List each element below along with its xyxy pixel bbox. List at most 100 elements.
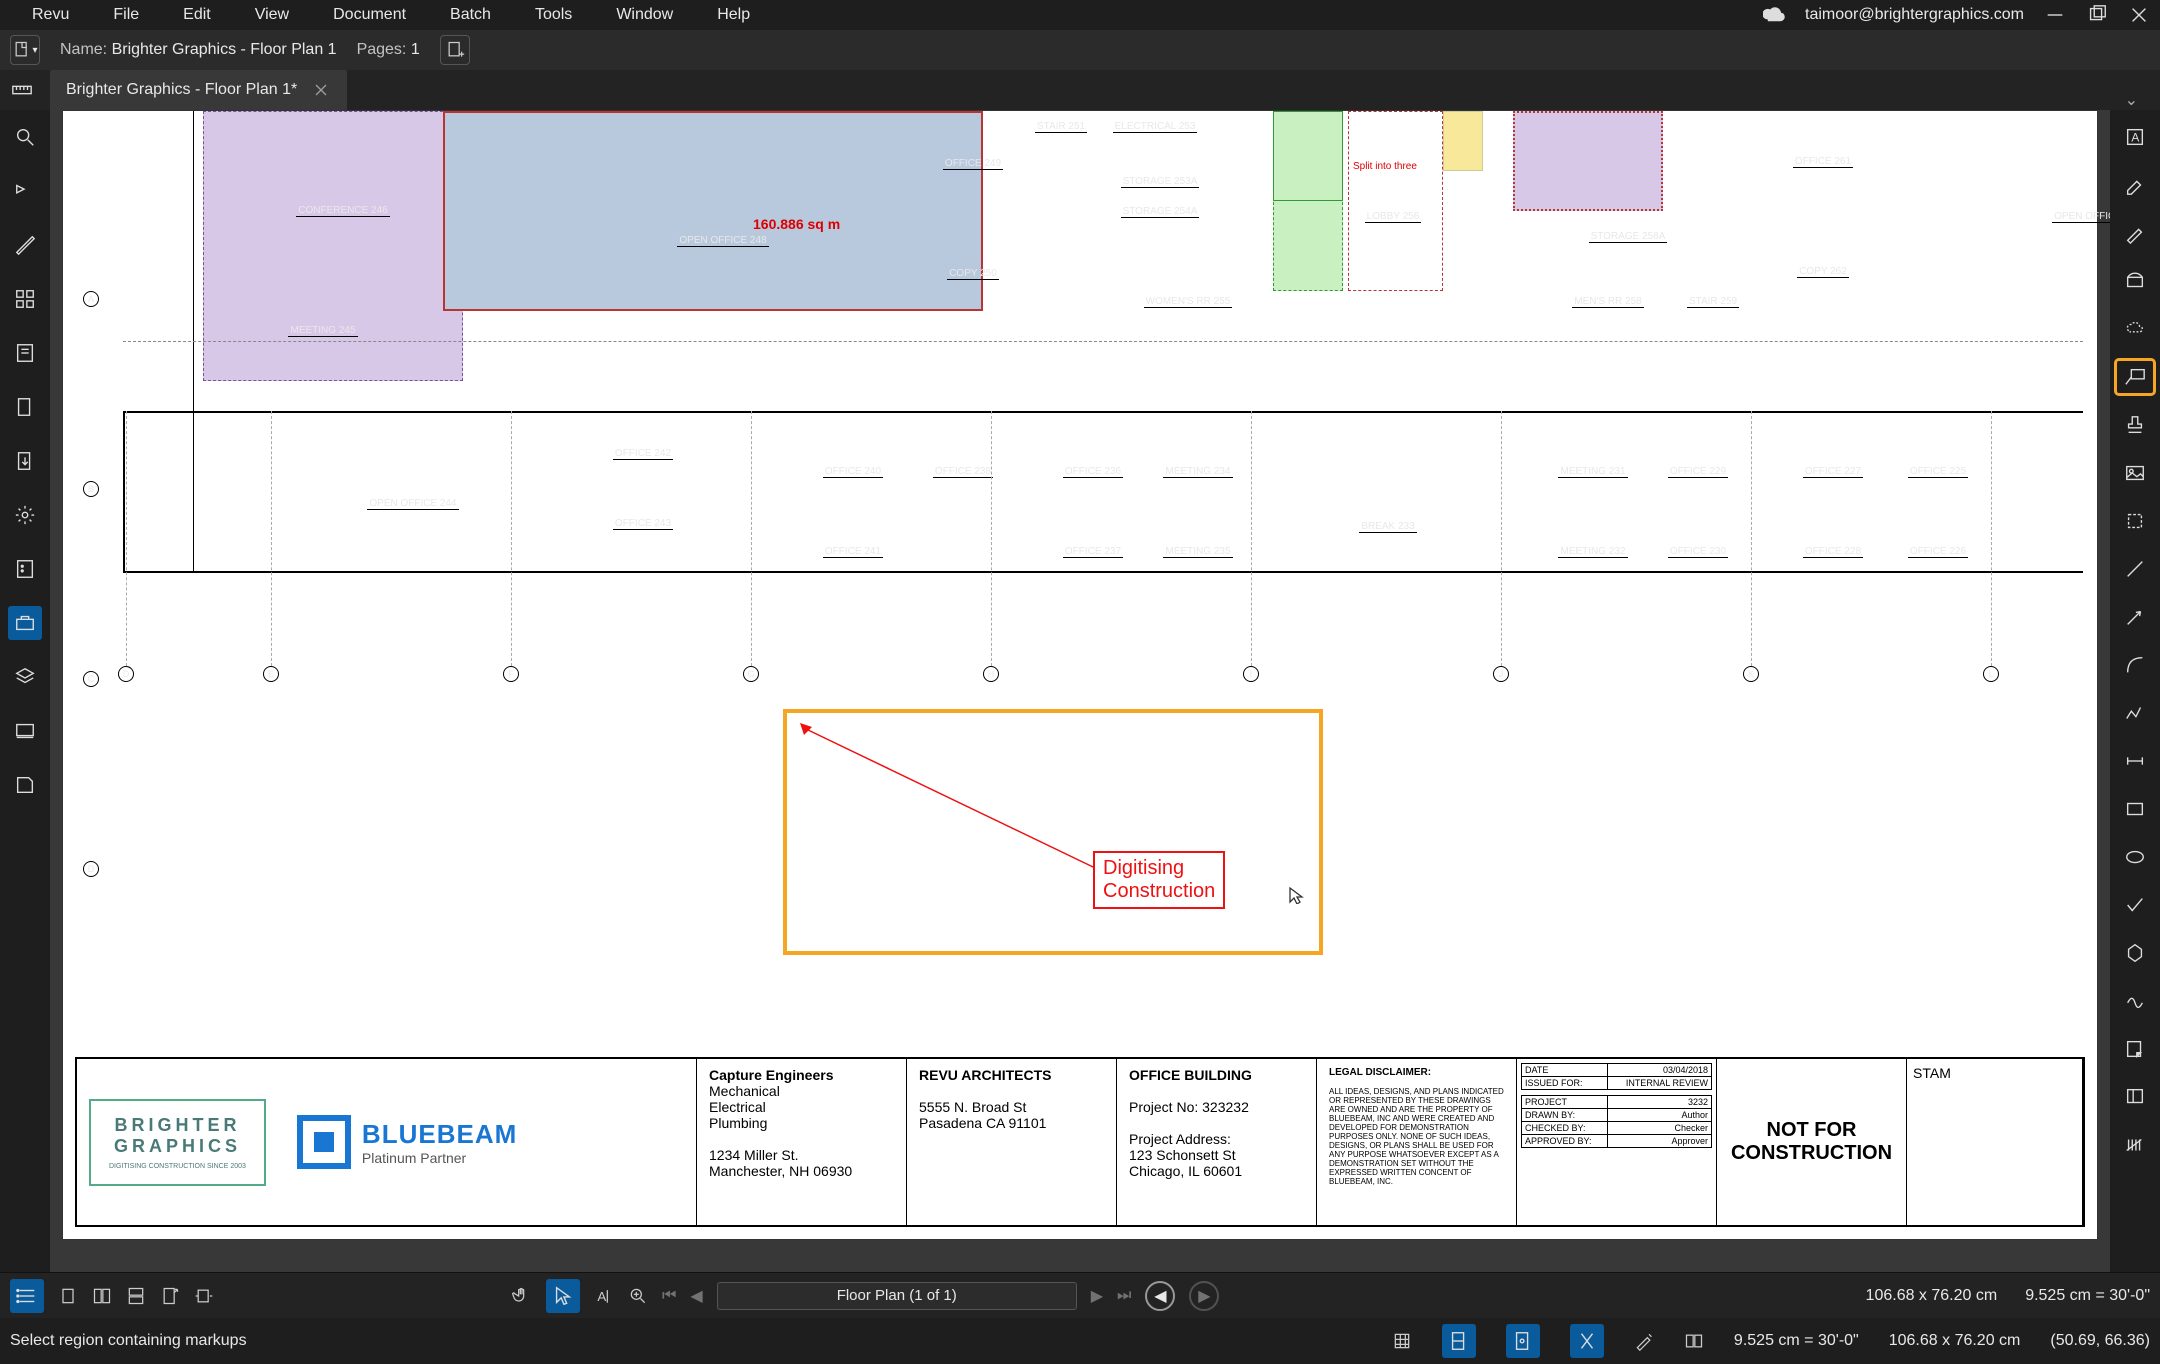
tabs-overflow-icon[interactable]: ⌄ [2125,90,2138,110]
rectangle-tool-icon[interactable] [2116,792,2154,826]
area-measurement: 160.886 sq m [753,216,840,232]
zoom-tool-icon[interactable] [628,1286,648,1306]
properties-icon[interactable] [8,552,42,586]
grid-bubble: C [83,671,99,687]
arrow-tool-icon[interactable] [2116,600,2154,634]
minimize-icon[interactable] [2044,4,2066,26]
room-label: MEETING 234 [1148,461,1248,483]
stamp-tool-icon[interactable] [2116,408,2154,442]
line-tool-icon[interactable] [2116,552,2154,586]
room-label: ELECTRICAL 253 [1105,116,1205,138]
snap-markup-icon[interactable] [1570,1324,1604,1358]
menu-edit[interactable]: Edit [161,6,233,24]
sync-icon[interactable] [1684,1331,1704,1351]
room-label: BREAK 233 [1338,516,1438,538]
room-label: OPEN OFFICE [2033,206,2110,228]
fit-page-icon[interactable] [160,1286,180,1306]
ellipse-tool-icon[interactable] [2116,840,2154,874]
select-tool-icon[interactable] [546,1279,580,1313]
menu-document[interactable]: Document [311,6,428,24]
menu-window[interactable]: Window [594,6,695,24]
tab-close-icon[interactable] [311,80,331,100]
nav-fwd-icon[interactable]: ▶ [1189,1281,1219,1311]
text-select-icon[interactable]: A [594,1286,614,1306]
ruler-icon[interactable] [8,76,36,104]
room-label: STORAGE 258A [1573,226,1683,248]
menu-bar: Revu File Edit View Document Batch Tools… [0,0,2160,30]
document-tab[interactable]: Brighter Graphics - Floor Plan 1* [50,70,347,110]
status-message: Select region containing markups [10,1332,247,1350]
callout-textbox[interactable]: Digitising Construction [1093,851,1225,909]
sets-icon[interactable] [8,768,42,802]
polygon-tool-icon[interactable] [2116,936,2154,970]
maximize-icon[interactable] [2086,4,2108,26]
menu-help[interactable]: Help [695,6,772,24]
grid-bubble: D [83,861,99,877]
measure-icon[interactable] [8,228,42,262]
tab-strip: Brighter Graphics - Floor Plan 1* ⌄ [0,70,2160,110]
callout-line2: Construction [1103,880,1215,903]
nav-back-icon[interactable]: ◀ [1145,1281,1175,1311]
sketch-tool-icon[interactable] [2116,984,2154,1018]
highlight-tool-icon[interactable] [2116,168,2154,202]
room-label: WOMEN'S RR 255 [1123,291,1253,313]
first-page-icon[interactable]: ⏮ [662,1287,676,1305]
room-label: OFFICE 242 [583,441,703,466]
cloud-icon[interactable] [1763,4,1785,26]
menu-view[interactable]: View [233,6,311,24]
cloud-tool-icon[interactable] [2116,312,2154,346]
fit-width-icon[interactable] [194,1286,214,1306]
text-tool-icon[interactable]: A [2116,120,2154,154]
add-page-button[interactable] [440,35,470,65]
count-tool-icon[interactable] [2116,1128,2154,1162]
menu-file[interactable]: File [91,6,161,24]
search-icon[interactable] [8,120,42,154]
reuse-icon[interactable] [1634,1331,1654,1351]
image-tool-icon[interactable] [2116,456,2154,490]
dimension-tool-icon[interactable] [2116,744,2154,778]
snap-icon[interactable] [1442,1324,1476,1358]
single-page-icon[interactable] [58,1286,78,1306]
polyline-tool-icon[interactable] [2116,696,2154,730]
room-label: OFFICE 228 [1783,541,1883,563]
grid-bubble: B [83,481,99,497]
note-tool-icon[interactable] [2116,1032,2154,1066]
split-v-icon[interactable] [92,1286,112,1306]
shape-tool-icon[interactable] [2116,264,2154,298]
flag-tool-icon[interactable] [2116,1080,2154,1114]
gear-icon[interactable] [8,498,42,532]
export-icon[interactable] [8,444,42,478]
layers-icon[interactable] [8,660,42,694]
pan-tool-icon[interactable] [512,1286,532,1306]
prev-page-icon[interactable]: ◀ [690,1286,702,1306]
last-page-icon[interactable]: ⏭ [1117,1287,1131,1305]
crop-tool-icon[interactable] [2116,504,2154,538]
user-email[interactable]: taimoor@brightergraphics.com [1805,6,2024,24]
studio-icon[interactable] [8,714,42,748]
snap-content-icon[interactable] [1506,1324,1540,1358]
menu-batch[interactable]: Batch [428,6,513,24]
logo-brighter-1: BRIGHTER [109,1115,246,1136]
form-icon[interactable] [8,336,42,370]
page-icon[interactable] [8,390,42,424]
page-name-field[interactable]: Floor Plan (1 of 1) [717,1282,1077,1310]
callout-tool-icon[interactable] [2116,360,2154,394]
arc-tool-icon[interactable] [2116,648,2154,682]
next-page-icon[interactable]: ▶ [1091,1286,1103,1306]
menu-revu[interactable]: Revu [10,6,91,24]
grid-snap-icon[interactable] [1392,1331,1412,1351]
file-menu-button[interactable]: ▾ [10,35,40,65]
grid-bubble: J [1493,666,1509,682]
markup-list-icon[interactable] [10,1279,44,1313]
grid-icon[interactable] [8,282,42,316]
pen-tool-icon[interactable] [2116,216,2154,250]
document-viewport[interactable]: MEETING 245CONFERENCE 246OPEN OFFICE 248… [50,110,2110,1272]
polygon-check-icon[interactable] [2116,888,2154,922]
split-h-icon[interactable] [126,1286,146,1306]
bluebeam-logo-icon [296,1114,352,1170]
thumbnail-icon[interactable] [8,174,42,208]
menu-tools[interactable]: Tools [513,6,594,24]
toolbox-icon[interactable] [8,606,42,640]
close-icon[interactable] [2128,4,2150,26]
bluebeam-partner: Platinum Partner [362,1150,517,1166]
